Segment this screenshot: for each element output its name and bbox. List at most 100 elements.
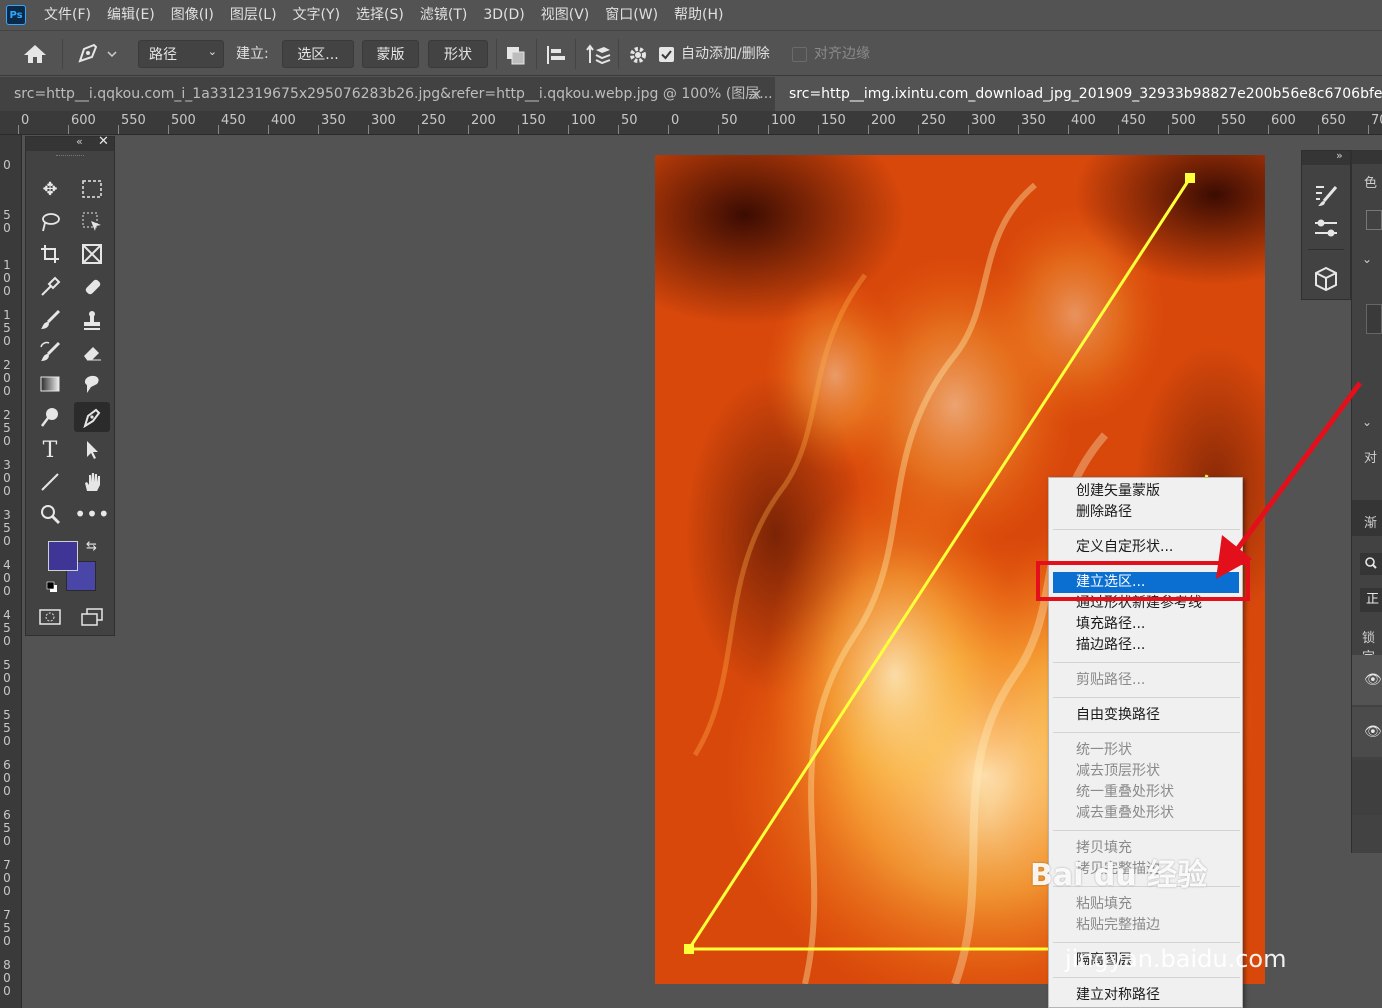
menu-item[interactable]: 编辑(E) bbox=[99, 0, 163, 30]
clone-stamp-tool-icon[interactable] bbox=[74, 305, 110, 335]
marquee-tool-icon[interactable] bbox=[74, 174, 110, 204]
crop-tool-icon[interactable] bbox=[32, 239, 68, 269]
ruler-tick-mark bbox=[1318, 125, 1319, 134]
swap-colors-icon[interactable]: ⇆ bbox=[86, 539, 97, 554]
options-bar: 路径 ⌄ 建立: 选区... 蒙版 形状 自动添加/删除 对齐边缘 bbox=[0, 30, 1382, 76]
mode-select[interactable]: 路径 ⌄ bbox=[138, 40, 224, 68]
quick-mask-icon[interactable] bbox=[32, 602, 68, 632]
eye-icon[interactable]: 👁 bbox=[1364, 672, 1382, 688]
type-tool-icon[interactable]: T bbox=[32, 435, 68, 465]
anchor-point[interactable] bbox=[1185, 173, 1195, 183]
eraser-tool-icon[interactable] bbox=[74, 337, 110, 367]
menu-item[interactable]: 滤镜(T) bbox=[412, 0, 475, 30]
foreground-color-swatch[interactable] bbox=[48, 541, 78, 571]
menu-bar: Ps 文件(F) 编辑(E) 图像(I) 图层(L) 文字(Y) 选择(S) 滤镜(T) 3D… bbox=[0, 0, 1382, 30]
3d-cube-icon[interactable] bbox=[1312, 265, 1340, 297]
ruler-tick-mark bbox=[1368, 125, 1369, 134]
make-selection-button[interactable]: 选区... bbox=[282, 40, 354, 68]
link-icon[interactable] bbox=[1366, 304, 1382, 334]
make-label: 建立: bbox=[236, 46, 269, 62]
default-colors-icon[interactable] bbox=[46, 581, 58, 593]
hand-tool-icon[interactable] bbox=[74, 467, 110, 497]
menu-item[interactable]: 图层(L) bbox=[222, 0, 285, 30]
ruler-tick-mark bbox=[1218, 125, 1219, 134]
align-edges-checkbox[interactable] bbox=[792, 47, 807, 62]
object-select-tool-icon[interactable] bbox=[74, 207, 110, 237]
frame-tool-icon[interactable] bbox=[74, 239, 110, 269]
ruler-tick-mark bbox=[418, 125, 419, 134]
menu-item[interactable]: 文件(F) bbox=[36, 0, 99, 30]
ruler-tick-mark bbox=[218, 125, 219, 134]
menu-item[interactable]: 文字(Y) bbox=[285, 0, 348, 30]
smudge-tool-icon[interactable] bbox=[74, 369, 110, 399]
ruler-tick-label: 500 bbox=[1171, 113, 1196, 128]
ruler-tick-label: 2 5 0 bbox=[3, 408, 11, 448]
adjustments-icon[interactable] bbox=[1312, 217, 1340, 245]
ruler-tick-mark bbox=[268, 125, 269, 134]
healing-brush-tool-icon[interactable] bbox=[74, 272, 110, 302]
ruler-tick-mark bbox=[818, 125, 819, 134]
close-icon[interactable]: ✕ bbox=[98, 134, 109, 149]
eyedropper-tool-icon[interactable] bbox=[32, 272, 68, 302]
home-icon[interactable] bbox=[20, 41, 50, 67]
menu-item[interactable]: 3D(D) bbox=[475, 0, 532, 30]
grip-handle[interactable] bbox=[56, 155, 84, 157]
menu-item[interactable]: 图像(I) bbox=[163, 0, 222, 30]
menu-separator bbox=[1053, 942, 1240, 943]
zoom-tool-icon[interactable] bbox=[32, 499, 68, 529]
eye-icon[interactable]: 👁 bbox=[1364, 724, 1382, 740]
ruler-tick-label: 350 bbox=[321, 113, 346, 128]
blend-mode-select[interactable]: 正 bbox=[1360, 588, 1382, 612]
dodge-tool-icon[interactable] bbox=[32, 402, 68, 432]
tab-close-button[interactable]: × bbox=[750, 77, 763, 111]
gear-icon[interactable] bbox=[626, 43, 650, 67]
ruler-tick-label: 300 bbox=[971, 113, 996, 128]
context-menu-item: 减去重叠处形状 bbox=[1076, 805, 1174, 821]
anchor-point[interactable] bbox=[684, 944, 694, 954]
line-tool-icon[interactable] bbox=[32, 467, 68, 497]
brush-settings-icon[interactable] bbox=[1312, 181, 1340, 213]
expand-icon[interactable]: » bbox=[1336, 149, 1343, 162]
menu-item[interactable]: 帮助(H) bbox=[666, 0, 731, 30]
tab-document-2[interactable]: src=http__img.ixintu.com_download_jpg_20… bbox=[775, 77, 1382, 111]
ruler-tick-mark bbox=[368, 125, 369, 134]
pen-tool-icon[interactable] bbox=[74, 402, 110, 432]
context-menu-item[interactable]: 自由变换路径 bbox=[1050, 705, 1241, 726]
path-operations-icon[interactable] bbox=[503, 43, 529, 67]
ruler-tick-mark bbox=[1268, 125, 1269, 134]
move-tool-icon[interactable]: ✥ bbox=[32, 174, 68, 204]
ruler-tick-label: 100 bbox=[571, 113, 596, 128]
path-selection-tool-icon[interactable] bbox=[74, 435, 110, 465]
collapse-icon[interactable]: « bbox=[76, 135, 83, 148]
menu-separator bbox=[1053, 732, 1240, 733]
lasso-tool-icon[interactable] bbox=[32, 207, 68, 237]
ruler-tick-mark bbox=[68, 125, 69, 134]
menu-item[interactable]: 视图(V) bbox=[533, 0, 598, 30]
ruler-tick-label: 250 bbox=[921, 113, 946, 128]
history-brush-tool-icon[interactable] bbox=[32, 337, 68, 367]
tab-title: src=http__img.ixintu.com_download_jpg_20… bbox=[789, 86, 1382, 102]
brush-tool-icon[interactable] bbox=[32, 305, 68, 335]
toolbox: « ✕ ✥ T ••• ⇆ bbox=[25, 134, 115, 636]
screen-mode-icon[interactable] bbox=[74, 602, 110, 632]
context-menu-item[interactable]: 描边路径... bbox=[1050, 635, 1241, 656]
path-arrangement-icon[interactable] bbox=[584, 42, 612, 68]
menu-item[interactable]: 窗口(W) bbox=[597, 0, 666, 30]
chevron-down-icon[interactable]: ⌄ bbox=[1362, 252, 1372, 266]
tab-document-1[interactable]: src=http__i.qqkou.com_i_1a3312319675x295… bbox=[0, 77, 775, 111]
context-menu-item: 剪贴路径... bbox=[1076, 672, 1146, 688]
menu-item[interactable]: 选择(S) bbox=[348, 0, 412, 30]
panel-label-color[interactable]: 色 bbox=[1364, 172, 1377, 191]
pen-tool-preset-icon[interactable] bbox=[74, 41, 124, 67]
ruler-tick-label: 200 bbox=[471, 113, 496, 128]
ruler-tick-label: 150 bbox=[521, 113, 546, 128]
context-menu-item[interactable]: 填充路径... bbox=[1050, 614, 1241, 635]
context-menu-item[interactable]: 建立对称路径 bbox=[1050, 985, 1241, 1006]
make-shape-button[interactable]: 形状 bbox=[428, 40, 488, 68]
gradient-tool-icon[interactable] bbox=[32, 369, 68, 399]
path-alignment-icon[interactable] bbox=[543, 43, 569, 67]
ruler-tick-mark bbox=[468, 125, 469, 134]
make-mask-button[interactable]: 蒙版 bbox=[362, 40, 419, 68]
more-tools-icon[interactable]: ••• bbox=[74, 499, 110, 529]
auto-add-checkbox[interactable] bbox=[659, 47, 674, 62]
